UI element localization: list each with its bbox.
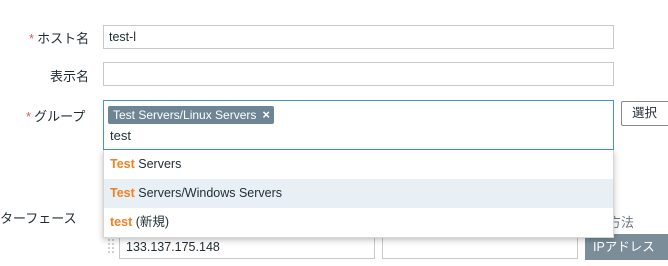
drag-handle-icon[interactable] bbox=[108, 239, 116, 257]
host-name-label: * ホスト名 bbox=[29, 31, 90, 46]
group-suggestion-list: Test Servers Test Servers/Windows Server… bbox=[103, 150, 614, 238]
interface-ip-value: 133.137.175.148 bbox=[126, 240, 220, 254]
interface-dns-input[interactable] bbox=[382, 235, 578, 259]
required-mark: * bbox=[29, 31, 35, 46]
group-chip-label: Test Servers/Linux Servers bbox=[113, 108, 257, 122]
group-chip: Test Servers/Linux Servers × bbox=[108, 106, 274, 124]
suggestion-item[interactable]: Test Servers bbox=[104, 150, 613, 179]
remove-chip-icon[interactable]: × bbox=[262, 106, 270, 124]
host-name-input[interactable]: test-l bbox=[103, 25, 614, 49]
suggestion-item[interactable]: test (新規) bbox=[104, 208, 613, 237]
suggestion-item[interactable]: Test Servers/Windows Servers bbox=[104, 179, 613, 208]
interfaces-label: ターフェース bbox=[0, 211, 77, 226]
groups-search-input[interactable]: test bbox=[110, 128, 131, 143]
select-button[interactable]: 選択 bbox=[621, 101, 668, 126]
groups-label: * グループ bbox=[26, 109, 86, 124]
display-name-label: 表示名 bbox=[50, 69, 90, 84]
required-mark: * bbox=[26, 109, 32, 124]
groups-multiselect[interactable]: Test Servers/Linux Servers × test bbox=[103, 100, 614, 150]
display-name-input[interactable] bbox=[103, 62, 614, 86]
interface-ip-input[interactable]: 133.137.175.148 bbox=[119, 235, 375, 259]
